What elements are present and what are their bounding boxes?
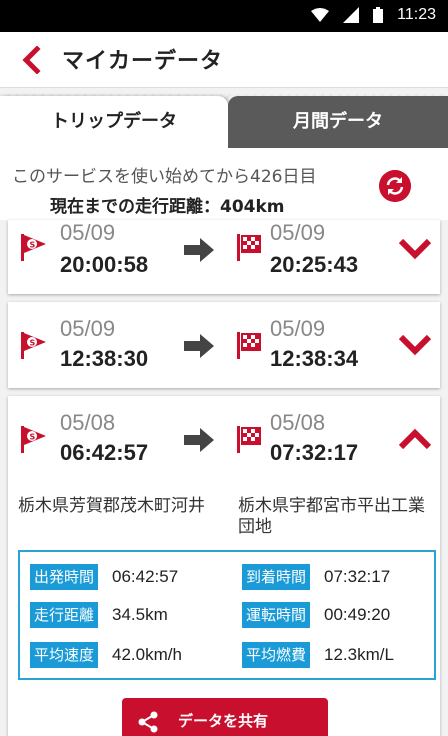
arrow-right-icon xyxy=(184,428,214,452)
start-date: 05/09 xyxy=(60,220,116,245)
avg-fuel-label: 平均燃費 xyxy=(242,642,311,668)
end-time: 07:32:17 xyxy=(270,440,359,465)
arrow-right-icon xyxy=(184,238,214,262)
share-button-label: データを共有 xyxy=(178,712,269,730)
end-time: 20:25:43 xyxy=(270,252,359,277)
distance-value: 34.5km xyxy=(112,605,168,624)
tab-monthly-data[interactable]: 月間データ xyxy=(228,96,448,148)
share-icon xyxy=(138,711,158,733)
departure-time-label: 出発時間 xyxy=(30,564,99,590)
end-date: 05/09 xyxy=(270,316,326,341)
goal-flag-icon xyxy=(237,332,261,359)
svg-text:S: S xyxy=(30,241,36,250)
start-flag-icon: S xyxy=(21,426,46,453)
tab-label: 月間データ xyxy=(293,111,383,132)
arrow-right-icon xyxy=(184,334,214,358)
tab-label: トリップデータ xyxy=(51,111,177,132)
page-title: マイカーデータ xyxy=(62,49,224,74)
wifi-icon xyxy=(311,8,330,22)
start-time: 06:42:57 xyxy=(60,440,149,465)
svg-text:S: S xyxy=(30,433,36,442)
trip-card[interactable]: S 05/09 12:38:30 05/09 12:38:34 xyxy=(8,302,440,388)
avg-fuel-value: 12.3km/L xyxy=(324,645,394,664)
avg-speed-value: 42.0km/h xyxy=(112,645,182,664)
start-address: 栃木県芳賀郡茂木町河井 xyxy=(18,496,205,516)
clock: 11:23 xyxy=(397,6,436,23)
tab-bar: トリップデータ 月間データ xyxy=(0,94,448,148)
end-date: 05/09 xyxy=(270,220,326,245)
svg-text:S: S xyxy=(30,339,36,348)
start-time: 20:00:58 xyxy=(60,252,149,277)
usage-days-text: このサービスを使い始めてから426日目 xyxy=(12,167,317,187)
start-time: 12:38:30 xyxy=(60,346,149,371)
avg-speed-label: 平均速度 xyxy=(30,642,99,668)
chevron-down-icon[interactable] xyxy=(398,334,432,356)
end-address: 栃木県宇都宮市平出工業団地 xyxy=(238,496,425,537)
goal-flag-icon xyxy=(237,426,261,453)
end-date: 05/08 xyxy=(270,410,326,435)
chevron-up-icon[interactable] xyxy=(398,428,432,450)
drive-time-value: 00:49:20 xyxy=(324,605,391,624)
start-flag-icon: S xyxy=(21,332,46,359)
share-data-button[interactable]: データを共有 xyxy=(122,698,328,736)
tab-trip-data[interactable]: トリップデータ xyxy=(0,96,228,148)
status-bar: 11:23 xyxy=(0,0,448,32)
start-date: 05/09 xyxy=(60,316,116,341)
back-arrow-icon[interactable] xyxy=(18,46,46,74)
trip-details-panel: 出発時間 06:42:57 到着時間 07:32:17 走行距離 34.5km … xyxy=(18,550,436,680)
start-flag-icon: S xyxy=(21,234,46,261)
start-date: 05/08 xyxy=(60,410,116,435)
battery-icon xyxy=(373,7,384,23)
distance-label: 走行距離 xyxy=(30,602,99,628)
departure-time-value: 06:42:57 xyxy=(112,567,179,586)
arrival-time-value: 07:32:17 xyxy=(324,567,391,586)
arrival-time-label: 到着時間 xyxy=(242,564,311,590)
chevron-down-icon[interactable] xyxy=(398,238,432,260)
goal-flag-icon xyxy=(237,234,261,261)
signal-icon xyxy=(343,7,360,23)
trip-card[interactable]: S 05/09 20:00:58 05/09 20:25:43 xyxy=(8,220,440,294)
end-time: 12:38:34 xyxy=(270,346,359,371)
refresh-icon[interactable] xyxy=(379,170,411,202)
total-distance-text: 現在までの走行距離：404km xyxy=(50,197,285,217)
drive-time-label: 運転時間 xyxy=(242,602,311,628)
app-bar: マイカーデータ xyxy=(0,32,448,88)
